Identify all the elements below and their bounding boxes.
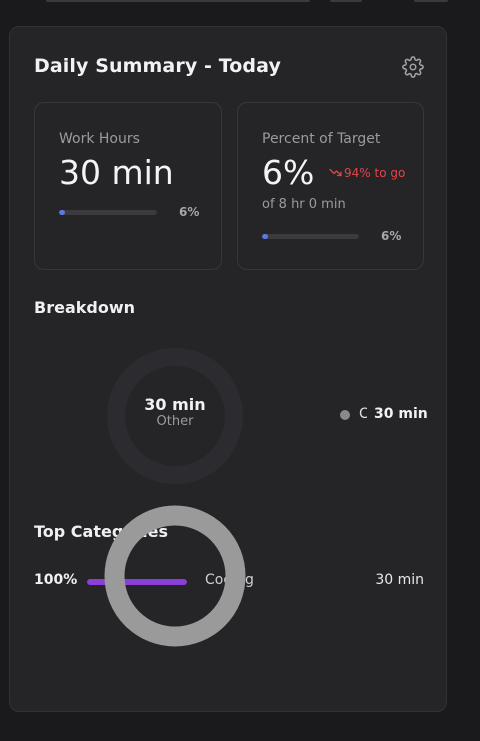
- top-toolbar-edge: [414, 0, 448, 2]
- breakdown-center-label: Other: [156, 414, 194, 429]
- trending-down-icon: [329, 166, 342, 180]
- target-progress-bar: [262, 234, 359, 239]
- legend-color-dot: [340, 410, 350, 420]
- trend-indicator: 94% to go: [329, 166, 407, 180]
- legend-item-value: 30 min: [374, 406, 428, 422]
- percent-of-target-card: Percent of Target 6% 94% to go of 8 hr 0…: [237, 102, 424, 270]
- trend-text: 94% to go: [344, 166, 406, 180]
- overlay-donut-ring: [104, 505, 246, 647]
- work-hours-progress-text: 6%: [179, 205, 200, 219]
- category-value: 30 min: [375, 572, 424, 588]
- breakdown-center-value: 30 min: [144, 395, 206, 414]
- percent-of-target-value: 6%: [262, 153, 315, 192]
- overlay-donut: [104, 505, 246, 647]
- work-hours-label: Work Hours: [59, 131, 140, 147]
- work-hours-value: 30 min: [59, 153, 174, 192]
- target-progress-text: 6%: [381, 229, 402, 243]
- top-toolbar-edge: [46, 0, 310, 2]
- breakdown-title: Breakdown: [34, 298, 135, 317]
- category-percent: 100%: [34, 572, 78, 588]
- target-progress-fill: [262, 234, 268, 239]
- target-subtext: of 8 hr 0 min: [262, 197, 346, 212]
- top-toolbar-edge: [330, 0, 362, 2]
- work-hours-progress-fill: [59, 210, 65, 215]
- gear-icon[interactable]: [402, 56, 424, 78]
- legend-item-name: Coding: [359, 406, 367, 422]
- work-hours-progress-bar: [59, 210, 157, 215]
- card-title: Daily Summary - Today: [34, 55, 281, 77]
- daily-summary-card: Daily Summary - Today Work Hours 30 min …: [9, 26, 447, 712]
- percent-of-target-label: Percent of Target: [262, 131, 381, 147]
- work-hours-card: Work Hours 30 min 6%: [34, 102, 222, 270]
